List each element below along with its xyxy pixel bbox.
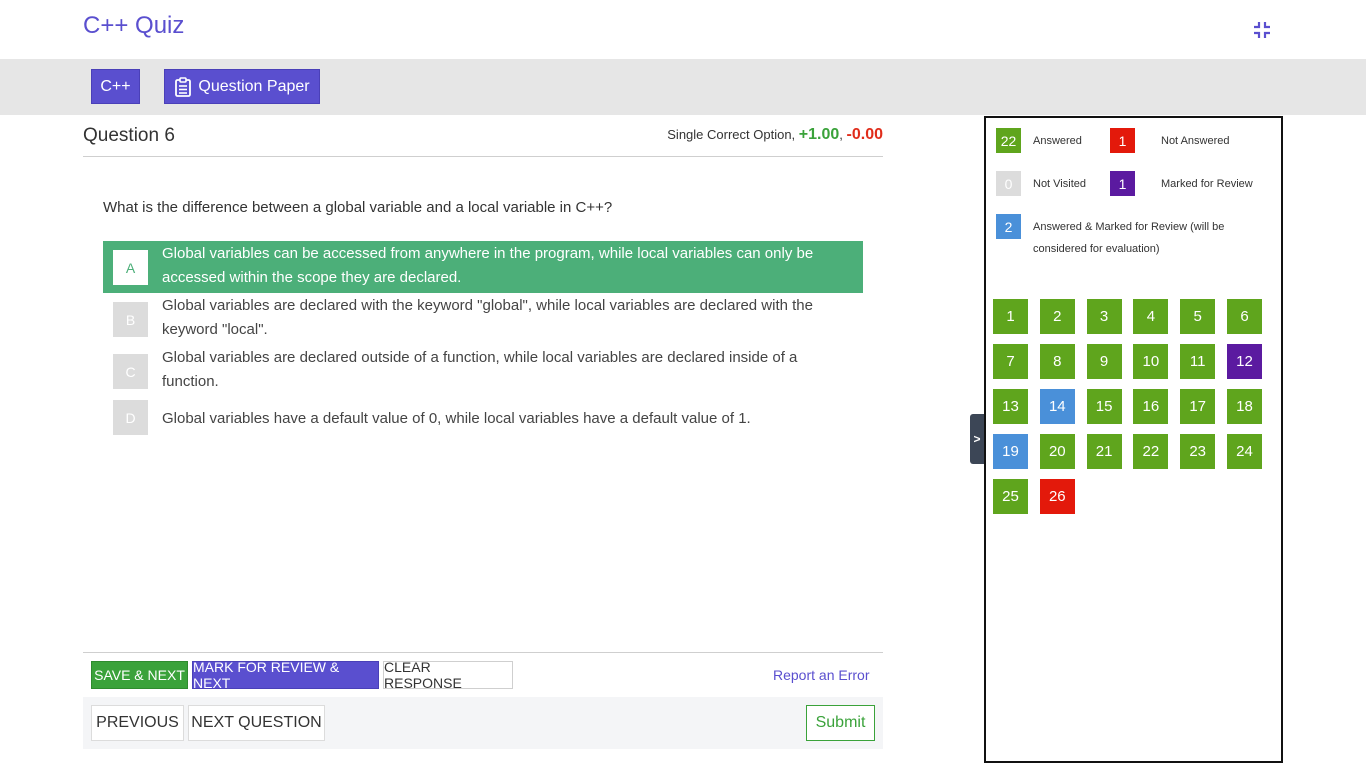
- panel-toggle-button[interactable]: >: [970, 414, 984, 464]
- question-paper-label: Question Paper: [198, 77, 310, 95]
- app-title: C++ Quiz: [83, 12, 185, 39]
- option-d[interactable]: D Global variables have a default value …: [103, 397, 863, 441]
- palette-question-button[interactable]: 6: [1227, 299, 1262, 334]
- clear-response-button[interactable]: CLEAR RESPONSE: [383, 659, 513, 691]
- palette-question-button[interactable]: 7: [993, 344, 1028, 379]
- palette-question-button[interactable]: 21: [1086, 434, 1122, 469]
- mark-review-next-button[interactable]: MARK FOR REVIEW & NEXT: [192, 659, 379, 691]
- palette-question-button[interactable]: 10: [1133, 344, 1169, 379]
- palette-question-button[interactable]: 4: [1133, 299, 1169, 334]
- option-letter: C: [113, 354, 148, 389]
- palette-question-button[interactable]: 19: [993, 434, 1028, 469]
- question-title: Question 6: [83, 125, 175, 146]
- option-c[interactable]: C Global variables are declared outside …: [103, 345, 863, 397]
- save-next-button[interactable]: SAVE & NEXT: [91, 661, 188, 689]
- palette-question-button[interactable]: 22: [1133, 434, 1169, 469]
- palette-question-button[interactable]: 15: [1086, 389, 1122, 424]
- next-question-button[interactable]: NEXT QUESTION: [188, 705, 325, 741]
- question-type: Single Correct Option,: [667, 127, 796, 142]
- section-cpp-button[interactable]: C++: [91, 69, 140, 104]
- question-paper-button[interactable]: Question Paper: [164, 69, 320, 104]
- legend-answered-label: Answered: [1033, 135, 1082, 147]
- option-text: Global variables have a default value of…: [162, 410, 751, 427]
- submit-button[interactable]: Submit: [806, 705, 875, 741]
- action-divider: [83, 652, 883, 653]
- legend-answered-marked-count: 2: [996, 214, 1021, 239]
- marks-separator: ,: [839, 127, 843, 142]
- palette-question-button[interactable]: 24: [1227, 434, 1262, 469]
- negative-marks: -0.00: [846, 126, 883, 143]
- option-letter: D: [113, 400, 148, 435]
- legend-answered-count: 22: [996, 128, 1021, 153]
- legend-marked-review-count: 1: [1110, 171, 1135, 196]
- palette-question-button[interactable]: 20: [1039, 434, 1075, 469]
- clipboard-icon: [175, 76, 192, 97]
- option-text: Global variables are declared outside of…: [162, 349, 798, 390]
- question-text: What is the difference between a global …: [103, 199, 613, 216]
- option-letter: B: [113, 302, 148, 337]
- legend-answered-marked-label-2: considered for evaluation): [1033, 243, 1160, 255]
- palette-question-button[interactable]: 2: [1039, 299, 1075, 334]
- question-divider: [83, 156, 883, 157]
- collapse-icon[interactable]: [1253, 21, 1271, 39]
- palette-question-button[interactable]: 9: [1086, 344, 1122, 379]
- previous-button[interactable]: PREVIOUS: [91, 705, 184, 741]
- palette-question-button[interactable]: 5: [1180, 299, 1216, 334]
- question-palette-panel: 22 Answered 1 Not Answered 0 Not Visited…: [984, 116, 1283, 763]
- palette-question-button[interactable]: 25: [993, 479, 1028, 514]
- legend-not-answered-count: 1: [1110, 128, 1135, 153]
- palette-question-button[interactable]: 8: [1039, 344, 1075, 379]
- palette-question-button[interactable]: 11: [1180, 344, 1216, 379]
- option-b[interactable]: B Global variables are declared with the…: [103, 293, 863, 345]
- legend-marked-review-label: Marked for Review: [1161, 178, 1253, 190]
- legend-not-visited-label: Not Visited: [1033, 178, 1086, 190]
- palette-question-button[interactable]: 17: [1180, 389, 1216, 424]
- palette-question-button[interactable]: 12: [1227, 344, 1262, 379]
- palette-question-button[interactable]: 1: [993, 299, 1028, 334]
- legend-answered-marked-label-1: Answered & Marked for Review (will be: [1033, 221, 1225, 233]
- palette-question-button[interactable]: 23: [1180, 434, 1216, 469]
- palette-question-button[interactable]: 26: [1039, 479, 1075, 514]
- report-error-link[interactable]: Report an Error: [773, 667, 869, 683]
- option-text: Global variables can be accessed from an…: [162, 245, 814, 286]
- palette-question-button[interactable]: 14: [1039, 389, 1075, 424]
- positive-marks: +1.00: [798, 126, 840, 143]
- palette-question-button[interactable]: 3: [1086, 299, 1122, 334]
- legend-not-answered-label: Not Answered: [1161, 135, 1230, 147]
- legend-not-visited-count: 0: [996, 171, 1021, 196]
- palette-question-button[interactable]: 13: [993, 389, 1028, 424]
- app-header: C++ Quiz: [0, 0, 1366, 59]
- option-text: Global variables are declared with the k…: [162, 297, 813, 338]
- question-marking-scheme: Single Correct Option, +1.00, -0.00: [667, 126, 883, 144]
- palette-question-button[interactable]: 18: [1227, 389, 1262, 424]
- palette-question-button[interactable]: 16: [1133, 389, 1169, 424]
- option-a[interactable]: A Global variables can be accessed from …: [103, 241, 863, 293]
- section-bar: C++ Question Paper: [0, 59, 1366, 115]
- option-letter: A: [113, 250, 148, 285]
